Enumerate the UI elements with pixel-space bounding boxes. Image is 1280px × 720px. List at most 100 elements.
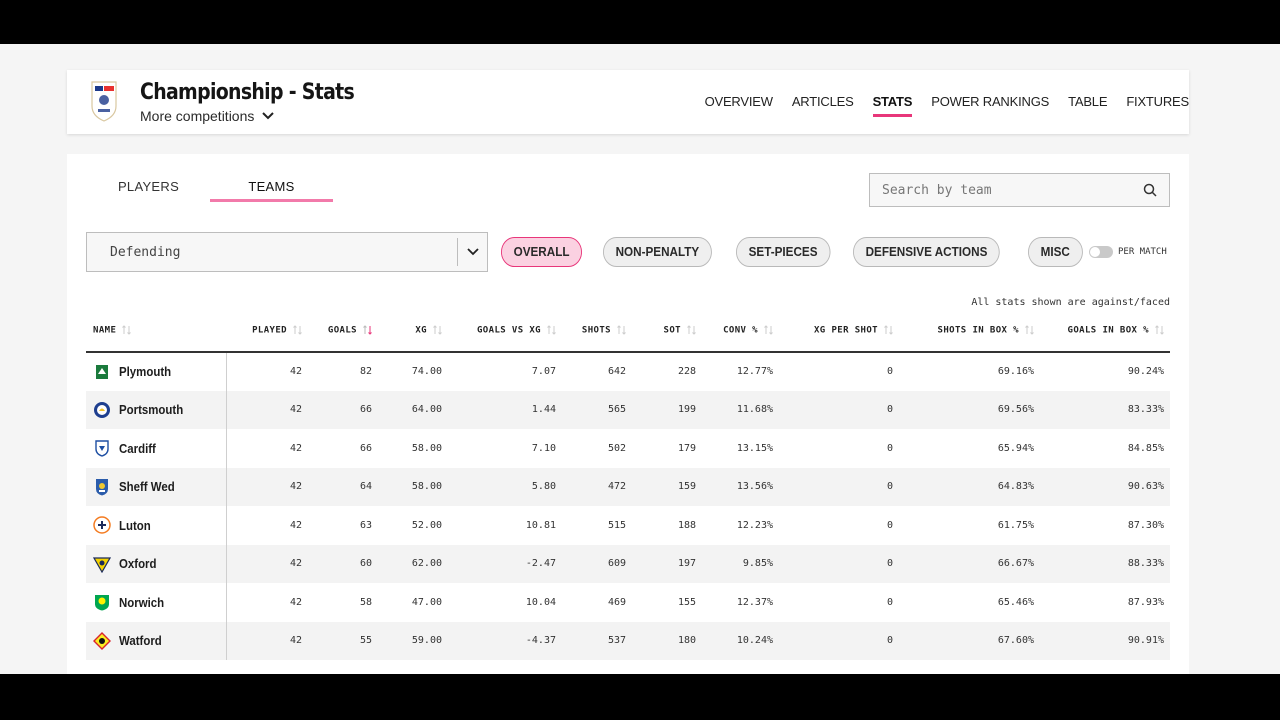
column-label: NAME [93, 325, 117, 336]
stat-cell: 537 [562, 621, 632, 660]
table-row[interactable]: Sheff Wed 42 64 58.00 5.80 472 159 13.56% 0 64.83… [86, 467, 1170, 506]
team-link[interactable]: Watford [93, 631, 226, 650]
team-link[interactable]: Luton [93, 516, 226, 534]
toggle-switch[interactable] [1089, 246, 1113, 258]
table-row[interactable]: Luton 42 63 52.00 10.81 515 188 12.23% 0 61.75% 87… [86, 506, 1170, 545]
stat-cell: 90.91% [1040, 621, 1170, 660]
stat-cell: 58 [359, 596, 372, 608]
table-header: NAME PLAYED GOALS XG GOALS VS XG SHOTS SOT CONV… [86, 309, 1170, 353]
search-icon[interactable] [1143, 183, 1157, 197]
team-link[interactable]: Norwich [93, 593, 226, 611]
stat-cell: 197 [632, 544, 702, 583]
sort-icon[interactable] [1025, 325, 1034, 335]
tab-teams[interactable]: TEAMS [210, 174, 333, 202]
stat-cell: 88.33% [1040, 544, 1170, 583]
column-header-shots[interactable]: SHOTS [562, 309, 632, 353]
per-match-toggle[interactable]: PER MATCH [1089, 246, 1167, 258]
nav-stats[interactable]: STATS [872, 70, 912, 134]
stat-cell: -4.37 [448, 621, 562, 660]
nav-overview[interactable]: OVERVIEW [705, 70, 773, 134]
team-name: Plymouth [119, 364, 172, 380]
stat-cell: 87.30% [1127, 519, 1164, 531]
table-row[interactable]: Plymouth 42 82 74.00 7.07 642 228 12.77% 0 69.16%… [86, 352, 1170, 391]
more-competitions-label: More competitions [140, 108, 255, 124]
column-header-shots-in-box[interactable]: SHOTS IN BOX % [899, 309, 1040, 353]
stat-cell: 228 [677, 366, 696, 378]
team-cell[interactable]: Cardiff [86, 429, 227, 468]
column-header-xg-per-shot[interactable]: XG PER SHOT [779, 309, 899, 353]
team-cell[interactable]: Portsmouth [86, 390, 227, 429]
column-header-goals[interactable]: GOALS [308, 309, 378, 353]
search-input[interactable] [882, 182, 1143, 198]
nav-articles[interactable]: ARTICLES [792, 70, 854, 134]
stat-cell: 52.00 [411, 519, 442, 531]
stat-cell: 90.24% [1127, 366, 1164, 378]
team-link[interactable]: Sheff Wed [93, 478, 226, 496]
team-cell[interactable]: Sheff Wed [86, 467, 227, 506]
sort-icon[interactable] [617, 325, 626, 335]
per-match-label: PER MATCH [1118, 247, 1167, 257]
sort-icon[interactable] [764, 325, 773, 335]
stat-cell: 42 [226, 544, 308, 583]
column-header-goals-vs-xg[interactable]: GOALS VS XG [448, 309, 562, 353]
team-link[interactable]: Plymouth [93, 363, 226, 381]
filter-non-penalty[interactable]: NON-PENALTY [603, 237, 712, 267]
column-header-xg[interactable]: XG [378, 309, 448, 353]
more-competitions-toggle[interactable]: More competitions [140, 108, 275, 124]
filter-set-pieces[interactable]: SET-PIECES [736, 237, 831, 267]
column-header-name[interactable]: NAME [86, 309, 226, 353]
stat-cell: 82 [359, 366, 372, 378]
team-link[interactable]: Portsmouth [93, 401, 226, 419]
sort-icon[interactable] [293, 325, 302, 335]
sort-icon[interactable] [547, 325, 556, 335]
team-cell[interactable]: Luton [86, 506, 227, 545]
stat-cell: 65.46% [997, 596, 1034, 608]
team-name: Portsmouth [119, 402, 184, 418]
nav-fixtures[interactable]: FIXTURES [1126, 70, 1189, 134]
sheff-wed-crest-icon [93, 478, 111, 496]
sort-icon[interactable] [884, 325, 893, 335]
team-link[interactable]: Cardiff [93, 439, 226, 457]
tab-players[interactable]: PLAYERS [87, 174, 210, 202]
sort-icon[interactable] [363, 325, 372, 335]
filter-overall[interactable]: OVERALL [501, 237, 583, 267]
stat-cell: 11.68% [702, 390, 779, 429]
team-cell[interactable]: Plymouth [86, 352, 227, 391]
team-search[interactable] [869, 173, 1170, 207]
sort-icon[interactable] [1155, 325, 1164, 335]
team-cell[interactable]: Oxford [86, 544, 227, 583]
stat-cell: 13.56% [702, 467, 779, 506]
column-header-conv[interactable]: CONV % [702, 309, 779, 353]
stat-cell: 5.80 [448, 467, 562, 506]
stat-cell: 0 [779, 621, 899, 660]
table-row[interactable]: Portsmouth 42 66 64.00 1.44 565 199 11.68% 0 69.5… [86, 390, 1170, 429]
table-row[interactable]: Norwich 42 58 47.00 10.04 469 155 12.37% 0 65.46%… [86, 583, 1170, 622]
column-header-goals-in-box[interactable]: GOALS IN BOX % [1040, 309, 1170, 353]
stat-cell: 47.00 [411, 596, 442, 608]
nav-power-rankings[interactable]: POWER RANKINGS [931, 70, 1049, 134]
team-link[interactable]: Oxford [92, 555, 226, 573]
table-row[interactable]: Watford 42 55 59.00 -4.37 537 180 10.24% 0 67.60%… [86, 621, 1170, 660]
team-cell[interactable]: Norwich [86, 583, 227, 622]
stat-cell: 42 [226, 467, 308, 506]
stat-cell: 64.00 [378, 390, 448, 429]
nav-table[interactable]: TABLE [1068, 70, 1107, 134]
cardiff-crest-icon [93, 439, 111, 457]
table-row[interactable]: Oxford 42 60 62.00 -2.47 609 197 9.85% 0 66.67% 88… [86, 544, 1170, 583]
stat-cell: -2.47 [448, 544, 562, 583]
stat-cell: 0 [886, 366, 893, 378]
team-cell[interactable]: Watford [86, 621, 227, 660]
column-label: CONV % [723, 325, 758, 336]
column-header-played[interactable]: PLAYED [226, 309, 308, 353]
dropdown-toggle[interactable] [457, 238, 487, 266]
stat-category-select[interactable]: Defending [86, 232, 488, 272]
table-row[interactable]: Cardiff 42 66 58.00 7.10 502 179 13.15% 0 65.94% 8… [86, 429, 1170, 468]
column-label: SOT [663, 325, 681, 336]
column-label: XG PER SHOT [813, 325, 878, 336]
sort-icon[interactable] [687, 325, 696, 335]
filter-misc[interactable]: MISC [1027, 237, 1083, 267]
column-header-sot[interactable]: SOT [632, 309, 702, 353]
filter-defensive-actions[interactable]: DEFENSIVE ACTIONS [852, 237, 1000, 267]
sort-icon[interactable] [122, 325, 132, 335]
sort-icon[interactable] [433, 325, 442, 335]
